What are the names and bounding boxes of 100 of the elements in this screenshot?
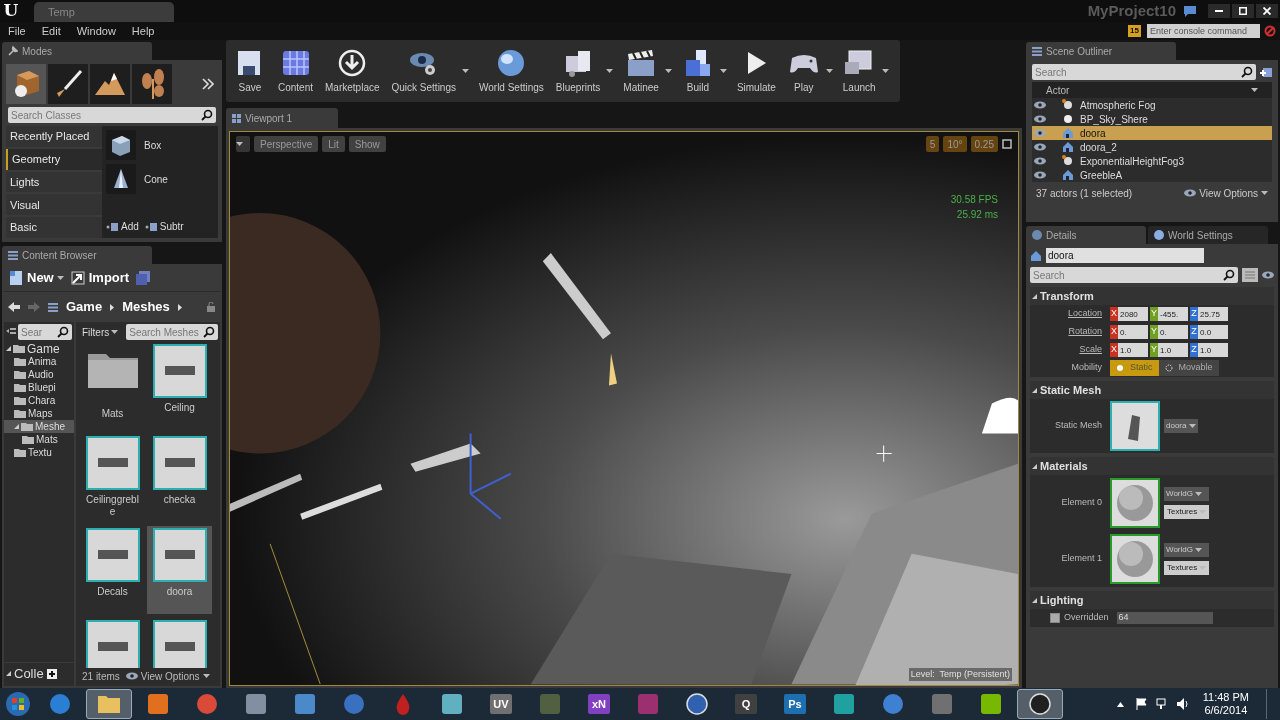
search-field[interactable]: Search Meshes bbox=[126, 324, 203, 340]
outliner-row[interactable]: GreebleA bbox=[1032, 168, 1272, 182]
toolbar-button[interactable]: Marketplace bbox=[319, 40, 386, 102]
close-button[interactable] bbox=[1256, 4, 1278, 18]
folder-tree-item[interactable]: Maps bbox=[4, 407, 74, 420]
menu-item[interactable]: Help bbox=[123, 22, 163, 40]
taskbar-button[interactable] bbox=[1017, 689, 1063, 719]
new-button[interactable]: New bbox=[8, 267, 64, 288]
mode-tab[interactable] bbox=[90, 64, 130, 104]
textures-dropdown[interactable]: Textures bbox=[1164, 505, 1210, 519]
viewport-option-button[interactable]: Perspective bbox=[254, 136, 319, 152]
number-field[interactable]: 1.0 bbox=[1158, 343, 1188, 357]
asset-tile[interactable]: checka bbox=[147, 434, 212, 522]
folder-tree-item[interactable]: Mats bbox=[4, 433, 74, 446]
material-dropdown[interactable]: WorldG bbox=[1164, 543, 1210, 557]
checkbox[interactable] bbox=[1050, 613, 1060, 623]
menu-item[interactable]: Edit bbox=[33, 22, 69, 40]
subtract-button[interactable]: Subtr bbox=[144, 219, 184, 234]
taskbar-button[interactable]: UV bbox=[478, 689, 524, 719]
toolbar-button[interactable]: Build bbox=[675, 40, 720, 102]
taskbar-button[interactable]: xN bbox=[576, 689, 622, 719]
number-field[interactable]: 0. bbox=[1158, 325, 1188, 339]
folder-tree-item[interactable]: Bluepi bbox=[4, 381, 74, 394]
save-all-button[interactable] bbox=[135, 270, 152, 285]
search-field[interactable]: Search Classes bbox=[8, 107, 201, 123]
panel-tab[interactable]: World Settings bbox=[1148, 226, 1268, 244]
number-field[interactable]: 1.0 bbox=[1198, 343, 1228, 357]
view-options-button[interactable]: View Options bbox=[125, 668, 210, 684]
folder-tree-item[interactable]: Audio bbox=[4, 368, 74, 381]
taskbar-button[interactable]: Ps bbox=[772, 689, 818, 719]
breadcrumb-item[interactable]: Meshes bbox=[122, 297, 170, 317]
section-header[interactable]: Transform bbox=[1030, 287, 1274, 305]
view-options-button[interactable]: View Options bbox=[1184, 185, 1268, 201]
outliner-row[interactable]: doora_2 bbox=[1032, 140, 1272, 154]
folder-tree-item[interactable]: Anima bbox=[4, 355, 74, 368]
toolbar-button[interactable]: Blueprints bbox=[549, 40, 607, 102]
toolbar-button[interactable]: Launch bbox=[836, 40, 882, 102]
toolbar-button[interactable]: World Settings bbox=[473, 40, 550, 102]
toolbar-button[interactable]: Quick Settings bbox=[385, 40, 462, 102]
toolbar-button[interactable]: Content bbox=[272, 40, 320, 102]
minimize-button[interactable] bbox=[1208, 4, 1230, 18]
viewport-option-button[interactable]: Lit bbox=[322, 136, 345, 152]
search-field[interactable]: Search bbox=[1032, 64, 1241, 80]
column-header[interactable]: Actor bbox=[1032, 82, 1272, 98]
asset-tile[interactable]: doora bbox=[147, 526, 212, 614]
viewport-tab[interactable]: Viewport 1 bbox=[226, 108, 338, 128]
outliner-row[interactable]: doora bbox=[1032, 126, 1272, 140]
breadcrumb-item[interactable]: Game bbox=[66, 297, 103, 317]
viewport-option-button[interactable]: Show bbox=[348, 136, 386, 152]
folder-tree-item[interactable]: Game bbox=[4, 342, 74, 355]
mobility-option[interactable]: Movable bbox=[1158, 360, 1219, 376]
maximize-button[interactable] bbox=[1232, 4, 1254, 18]
toolbar-button[interactable]: Save bbox=[228, 40, 272, 102]
menu-item[interactable]: File bbox=[0, 22, 34, 40]
add-button[interactable]: Add bbox=[106, 219, 139, 234]
number-field[interactable]: 25.75 bbox=[1198, 307, 1228, 321]
mode-tab[interactable] bbox=[48, 64, 88, 104]
taskbar-button[interactable]: Q bbox=[723, 689, 769, 719]
console-command-field[interactable]: Enter console command bbox=[1147, 24, 1260, 38]
toolbar-button[interactable]: Simulate bbox=[730, 40, 782, 102]
class-item[interactable]: Cone bbox=[106, 164, 214, 194]
asset-tile[interactable]: Ceilinggreble bbox=[80, 434, 145, 522]
panel-tab[interactable]: Content Browser bbox=[2, 246, 152, 264]
asset-dropdown[interactable]: doora bbox=[1164, 419, 1199, 433]
import-button[interactable]: Import bbox=[69, 267, 130, 288]
number-field[interactable]: 2080 bbox=[1118, 307, 1148, 321]
outliner-row[interactable]: Atmospheric Fog bbox=[1032, 98, 1272, 112]
asset-tile[interactable]: Decals bbox=[80, 526, 145, 614]
viewport-menu-button[interactable] bbox=[236, 136, 250, 152]
folder-tree-item[interactable]: Chara bbox=[4, 394, 74, 407]
number-field[interactable]: 0. bbox=[1118, 325, 1148, 339]
outliner-row[interactable]: BP_Sky_Shere bbox=[1032, 112, 1272, 126]
toolbar-button[interactable]: Matinee bbox=[617, 40, 665, 102]
number-field[interactable]: 0.0 bbox=[1198, 325, 1228, 339]
search-field[interactable]: Sear bbox=[18, 324, 57, 340]
number-field[interactable]: -455. bbox=[1158, 307, 1188, 321]
panel-tab[interactable]: Details bbox=[1026, 226, 1146, 244]
category-tab[interactable]: Lights bbox=[6, 171, 102, 193]
outliner-row[interactable]: ExponentialHeightFog3 bbox=[1032, 154, 1272, 168]
material-dropdown[interactable]: WorldG bbox=[1164, 487, 1210, 501]
filters-button[interactable]: Filters bbox=[78, 324, 123, 340]
category-tab[interactable]: Visual bbox=[6, 194, 102, 216]
menu-item[interactable]: Window bbox=[68, 22, 124, 40]
number-field[interactable]: 1.0 bbox=[1118, 343, 1148, 357]
mode-tab[interactable] bbox=[6, 64, 46, 104]
section-header[interactable]: Static Mesh bbox=[1030, 381, 1274, 399]
toolbar-button[interactable]: Play bbox=[781, 40, 826, 102]
class-item[interactable]: Box bbox=[106, 130, 214, 160]
category-tab[interactable]: Recently Placed bbox=[6, 126, 102, 147]
asset-tile[interactable]: Ceiling bbox=[147, 342, 212, 430]
category-tab[interactable]: Basic bbox=[6, 217, 102, 238]
collections-button[interactable]: Colle bbox=[4, 662, 74, 684]
textures-dropdown[interactable]: Textures bbox=[1164, 561, 1210, 575]
section-header[interactable]: Materials bbox=[1030, 457, 1274, 475]
actor-name-field[interactable]: doora bbox=[1046, 248, 1204, 263]
section-header[interactable]: Lighting bbox=[1030, 591, 1274, 609]
panel-tab[interactable]: Modes bbox=[2, 42, 152, 60]
folder-tree-item[interactable]: Textu bbox=[4, 446, 74, 459]
asset-tile[interactable]: Mats bbox=[80, 342, 145, 430]
back-button[interactable] bbox=[8, 302, 20, 312]
